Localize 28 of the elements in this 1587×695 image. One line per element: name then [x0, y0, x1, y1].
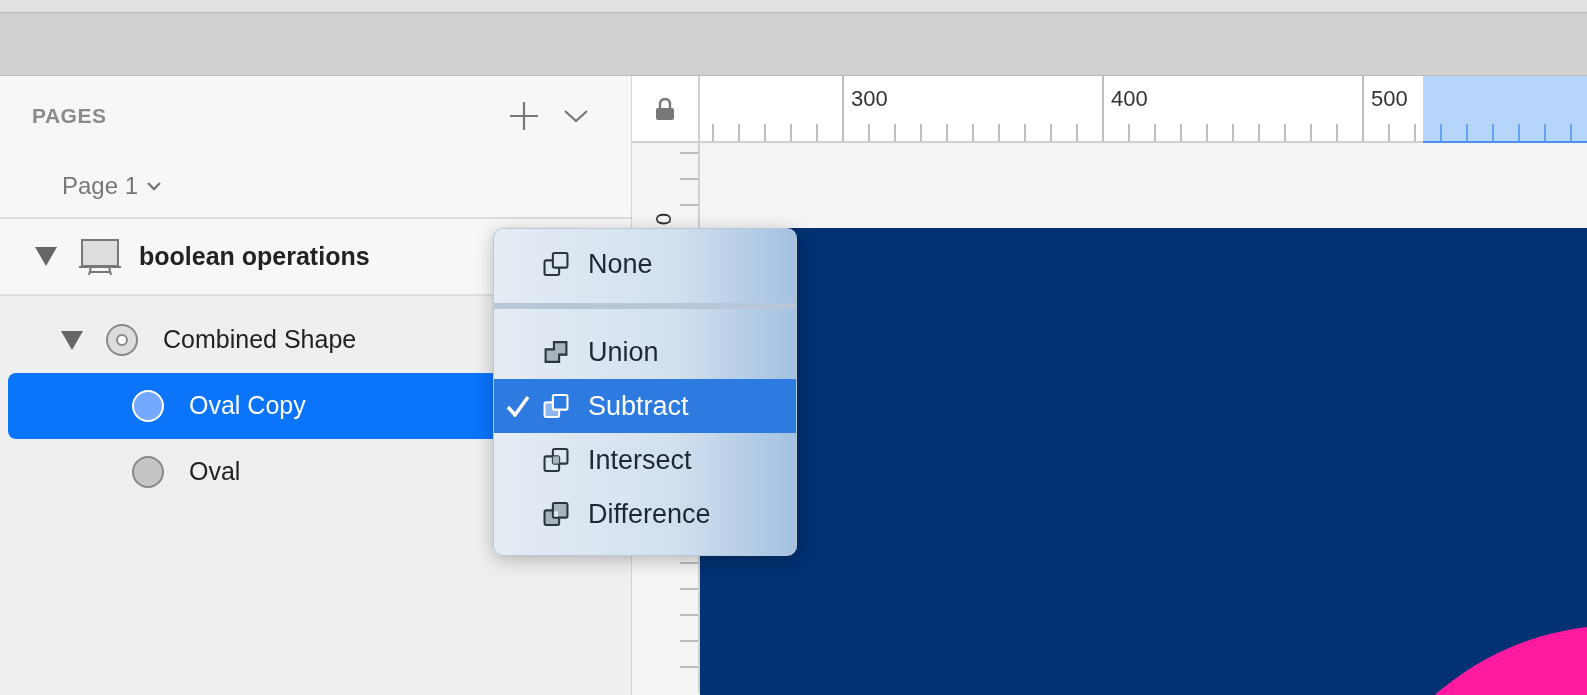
menu-item[interactable]: Difference — [494, 487, 796, 541]
disclosure-triangle-icon[interactable] — [35, 247, 57, 266]
subtract-operation-icon — [542, 393, 570, 419]
ruler-label: 0 — [651, 213, 676, 226]
oval-icon — [131, 455, 165, 489]
easel-icon — [79, 237, 121, 276]
layer-name: Oval Copy — [189, 390, 306, 422]
ruler-label: 500 — [1371, 86, 1408, 111]
combined-shape-icon — [105, 323, 139, 357]
difference-operation-icon — [542, 501, 570, 527]
checkmark-icon — [506, 395, 530, 417]
page-selector[interactable]: Page 1 — [62, 168, 163, 204]
chevron-down-icon[interactable] — [563, 108, 589, 124]
oval-icon — [131, 389, 165, 423]
union-operation-icon — [542, 339, 570, 365]
layer-name: Combined Shape — [163, 324, 357, 356]
pages-heading: PAGES — [32, 103, 107, 130]
ruler-label: 300 — [851, 86, 888, 111]
disclosure-triangle-icon[interactable] — [61, 330, 83, 350]
add-icon[interactable] — [509, 101, 539, 131]
menu-item[interactable]: Subtract — [494, 379, 796, 433]
chevron-down-icon[interactable] — [146, 181, 163, 191]
artboard-name: boolean operations — [139, 240, 370, 272]
lock-icon[interactable] — [655, 97, 675, 120]
layer-name: Oval — [189, 456, 241, 488]
ruler-label: 400 — [1111, 86, 1148, 111]
intersect-operation-icon — [542, 447, 570, 473]
none-operation-icon — [542, 251, 570, 277]
